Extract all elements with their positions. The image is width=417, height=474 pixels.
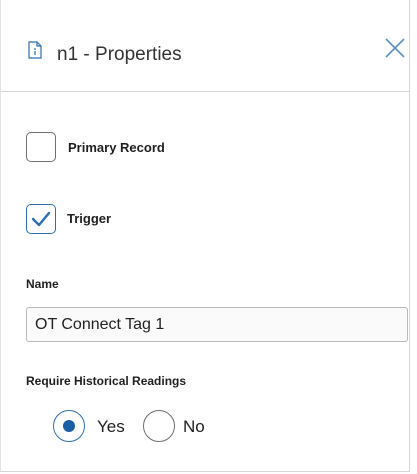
trigger-label: Trigger [67, 211, 112, 226]
radio-no[interactable] [143, 410, 175, 442]
name-input[interactable] [26, 307, 408, 342]
panel-header: n1 - Properties [1, 0, 409, 92]
properties-panel: n1 - Properties Primary Record Trigger N… [0, 0, 410, 472]
radio-no-label: No [183, 417, 205, 436]
close-icon[interactable] [384, 37, 406, 59]
document-info-icon [28, 41, 42, 59]
primary-record-label: Primary Record [68, 140, 165, 155]
trigger-checkbox[interactable] [26, 204, 56, 234]
panel-title: n1 - Properties [57, 44, 182, 65]
primary-record-checkbox[interactable] [26, 132, 56, 162]
radio-yes-label: Yes [97, 417, 125, 436]
radio-yes[interactable] [53, 410, 85, 442]
checkmark-icon [31, 211, 51, 227]
require-historical-label: Require Historical Readings [26, 374, 187, 388]
radio-selected-dot [62, 419, 75, 432]
name-label: Name [26, 277, 59, 291]
